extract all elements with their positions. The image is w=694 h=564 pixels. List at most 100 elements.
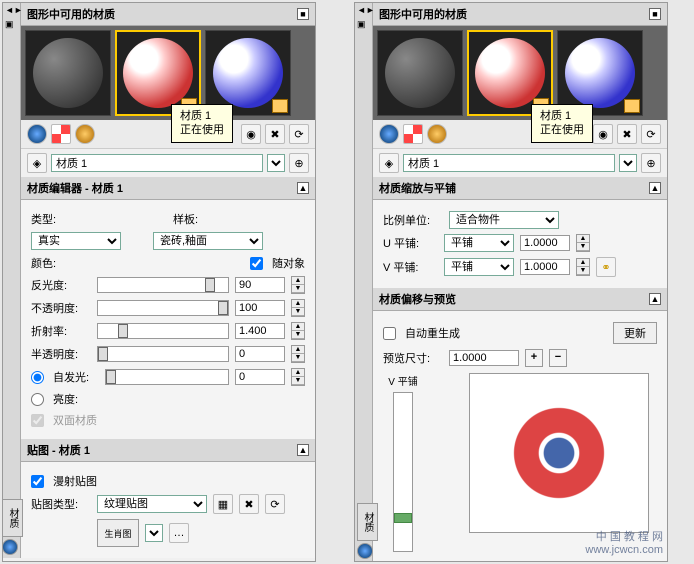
- map-header: 贴图 - 材质 1 ▲: [21, 439, 315, 462]
- spinner[interactable]: ▲▼: [291, 345, 305, 363]
- material-name-dropdown[interactable]: [619, 154, 637, 172]
- v-tile-label: V 平铺:: [383, 259, 438, 275]
- tool-icon-3[interactable]: ⟳: [289, 124, 309, 144]
- scale-unit-label: 比例单位:: [383, 212, 443, 228]
- self-illum-label: 自发光:: [53, 369, 99, 385]
- template-select[interactable]: 瓷砖,釉面: [153, 232, 263, 250]
- auto-regen-checkbox[interactable]: [383, 327, 396, 340]
- collapse-icon[interactable]: ▲: [297, 182, 309, 194]
- self-illum-slider[interactable]: [105, 369, 229, 385]
- preview-size-input[interactable]: [449, 350, 519, 366]
- material-thumb-1[interactable]: [377, 30, 463, 116]
- gold-sphere-icon[interactable]: [75, 124, 95, 144]
- link-icon[interactable]: ⚭: [596, 257, 616, 277]
- available-materials-header: 图形中可用的材质 ■: [373, 3, 667, 26]
- map-tool-1[interactable]: ▦: [213, 494, 233, 514]
- spinner[interactable]: ▲▼: [291, 299, 305, 317]
- spinner[interactable]: ▲▼: [291, 322, 305, 340]
- translucency-input[interactable]: [235, 346, 285, 362]
- collapse-icon[interactable]: ■: [649, 8, 661, 20]
- update-button[interactable]: 更新: [613, 322, 657, 344]
- browse-icon[interactable]: …: [169, 523, 189, 543]
- map-tool-2[interactable]: ✖: [239, 494, 259, 514]
- diffuse-map-label: 漫射贴图: [53, 473, 97, 489]
- tool-icon-1[interactable]: ◉: [241, 124, 261, 144]
- plus-button[interactable]: +: [525, 349, 543, 367]
- scale-unit-select[interactable]: 适合物件: [449, 211, 559, 229]
- refract-slider[interactable]: [97, 323, 229, 339]
- tool-icon-1[interactable]: ◉: [593, 124, 613, 144]
- apply-icon[interactable]: ⊕: [289, 153, 309, 173]
- tool-icon-2[interactable]: ✖: [617, 124, 637, 144]
- u-tile-mode-select[interactable]: 平铺: [444, 234, 514, 252]
- thumbnail-strip: [21, 26, 315, 120]
- expand-icon[interactable]: ◄►: [3, 3, 20, 17]
- follow-object-label: 随对象: [272, 255, 305, 271]
- material-icon[interactable]: ◈: [27, 153, 47, 173]
- translucency-slider[interactable]: [97, 346, 229, 362]
- collapse-icon[interactable]: ▲: [649, 293, 661, 305]
- arrow-icon: [272, 99, 288, 113]
- spinner[interactable]: ▲▼: [576, 234, 590, 252]
- diffuse-map-checkbox[interactable]: [31, 475, 44, 488]
- map-type-select[interactable]: 纹理贴图: [97, 495, 207, 513]
- apply-icon[interactable]: ⊕: [641, 153, 661, 173]
- sphere-icon[interactable]: [27, 124, 47, 144]
- material-vtab[interactable]: 材质: [2, 499, 23, 537]
- spinner[interactable]: ▲▼: [291, 368, 305, 386]
- material-toolbar: ◉ ✖ ⟳: [21, 120, 315, 149]
- vtab-icon[interactable]: [2, 539, 18, 555]
- material-vtab[interactable]: 材质: [357, 503, 378, 541]
- pin-icon[interactable]: ▣: [3, 17, 20, 32]
- material-name-dropdown[interactable]: [267, 154, 285, 172]
- tool-icon-2[interactable]: ✖: [265, 124, 285, 144]
- minus-button[interactable]: −: [549, 349, 567, 367]
- color-label: 颜色:: [31, 255, 91, 271]
- opacity-label: 不透明度:: [31, 300, 91, 316]
- spinner[interactable]: ▲▼: [291, 276, 305, 294]
- material-name-input[interactable]: [403, 154, 615, 172]
- scale-header: 材质缩放与平铺 ▲: [373, 177, 667, 200]
- collapse-icon[interactable]: ▲: [297, 444, 309, 456]
- material-thumb-1[interactable]: [25, 30, 111, 116]
- texture-thumb[interactable]: 生肖图: [97, 519, 139, 547]
- double-sided-label: 双面材质: [53, 412, 97, 428]
- u-tile-input[interactable]: [520, 235, 570, 251]
- tooltip: 材质 1 正在使用: [531, 104, 593, 143]
- right-panel: ◄► ▣ 图形中可用的材质 ■ ◉ ✖ ⟳: [354, 2, 668, 562]
- texture-dropdown[interactable]: [145, 524, 163, 542]
- opacity-slider[interactable]: [97, 300, 229, 316]
- sphere-icon[interactable]: [379, 124, 399, 144]
- gold-sphere-icon[interactable]: [427, 124, 447, 144]
- preview-image: [489, 383, 629, 523]
- spinner[interactable]: ▲▼: [576, 258, 590, 276]
- self-illum-input[interactable]: [235, 369, 285, 385]
- checker-icon[interactable]: [51, 124, 71, 144]
- type-select[interactable]: 真实: [31, 232, 121, 250]
- opacity-input[interactable]: [235, 300, 285, 316]
- material-icon[interactable]: ◈: [379, 153, 399, 173]
- watermark: 中 国 教 程 网 www.jcwcn.com: [585, 531, 663, 557]
- gloss-input[interactable]: [235, 277, 285, 293]
- map-tool-3[interactable]: ⟳: [265, 494, 285, 514]
- v-tile-mode-select[interactable]: 平铺: [444, 258, 514, 276]
- pin-icon[interactable]: ▣: [355, 17, 372, 32]
- refract-input[interactable]: [235, 323, 285, 339]
- collapse-icon[interactable]: ▲: [649, 182, 661, 194]
- v-tile-input[interactable]: [520, 259, 570, 275]
- self-illum-radio[interactable]: [31, 371, 44, 384]
- follow-object-checkbox[interactable]: [250, 257, 263, 270]
- expand-icon[interactable]: ◄►: [355, 3, 372, 17]
- double-sided-checkbox: [31, 414, 44, 427]
- collapse-icon[interactable]: ■: [297, 8, 309, 20]
- brightness-radio[interactable]: [31, 393, 44, 406]
- v-tile-vslider[interactable]: [393, 392, 413, 552]
- checker-icon[interactable]: [403, 124, 423, 144]
- material-name-input[interactable]: [51, 154, 263, 172]
- translucency-label: 半透明度:: [31, 346, 91, 362]
- refract-label: 折射率:: [31, 323, 91, 339]
- editor-header: 材质编辑器 - 材质 1 ▲: [21, 177, 315, 200]
- gloss-slider[interactable]: [97, 277, 229, 293]
- brightness-label: 亮度:: [53, 391, 78, 407]
- tool-icon-3[interactable]: ⟳: [641, 124, 661, 144]
